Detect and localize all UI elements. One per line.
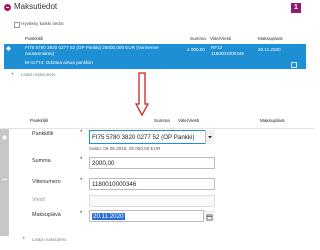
add-payment-link[interactable]: Lisää maksutieto bbox=[32, 237, 66, 243]
row-ref-line1: RF13 bbox=[211, 45, 223, 50]
balance-note: Saldo: 06.06.2019, 25 000,00 EUR bbox=[89, 146, 161, 151]
collapse-minus-icon[interactable] bbox=[4, 4, 11, 11]
account-label: Pankkitili bbox=[32, 131, 54, 137]
accept-all-checkbox[interactable] bbox=[14, 22, 20, 28]
date-input[interactable]: 20.11.2020 bbox=[89, 210, 215, 222]
form-left-strip bbox=[0, 129, 9, 236]
row-account-line2: noutanmaksu) bbox=[25, 51, 55, 56]
add-plus-icon[interactable]: + bbox=[11, 72, 15, 78]
row-message: M-41774: Odottaa airtua pankkiin bbox=[25, 60, 93, 65]
account-select-value: FI75 5780 3820 0277 52 (OP Pankki) bbox=[92, 133, 195, 141]
calendar-icon bbox=[206, 214, 213, 221]
amount-input-value: 2000,00 bbox=[92, 159, 115, 167]
form-header-payee: Pankkitili bbox=[30, 118, 49, 123]
count-badge: 1 bbox=[291, 3, 301, 13]
required-mark: * bbox=[80, 178, 83, 184]
column-header-amount: Summa bbox=[190, 36, 206, 41]
form-select-icon[interactable] bbox=[2, 135, 7, 140]
message-label: Viesti bbox=[32, 197, 46, 203]
column-header-date: Maksupäivä bbox=[258, 36, 283, 41]
date-label: Maksupäivä bbox=[32, 212, 61, 218]
account-dropdown-button[interactable] bbox=[205, 130, 215, 144]
amount-label: Summa bbox=[32, 158, 51, 164]
row-ref-line2: 1180001000346 bbox=[211, 51, 244, 56]
form-header-amount: Summa bbox=[154, 118, 170, 123]
column-header-ref: Viite/Viesti bbox=[210, 36, 232, 41]
add-plus-icon[interactable]: + bbox=[22, 236, 26, 242]
row-options-icon[interactable] bbox=[291, 62, 297, 68]
form-header-date: Maksupäivä bbox=[260, 118, 285, 123]
row-amount: 4 000,00 bbox=[187, 47, 205, 52]
date-input-value: 20.11.2020 bbox=[92, 212, 125, 220]
down-arrow-icon bbox=[135, 72, 149, 116]
form-collapse-icon[interactable] bbox=[2, 179, 7, 180]
accept-all-label: Hyväksy kaikki tiedot bbox=[21, 21, 64, 26]
reference-label: Viitenumero bbox=[32, 179, 61, 185]
amount-input[interactable]: 2000,00 bbox=[89, 157, 215, 169]
calendar-button[interactable] bbox=[203, 210, 215, 222]
account-select[interactable]: FI75 5780 3820 0277 52 (OP Pankki) bbox=[89, 130, 215, 144]
panel-title: Maksutiedot bbox=[14, 2, 58, 11]
form-header-ref: Viite/Viesti bbox=[178, 118, 200, 123]
column-header-payee: Pankkitili bbox=[25, 36, 44, 41]
required-mark: * bbox=[80, 157, 83, 163]
message-input[interactable] bbox=[89, 195, 215, 207]
add-payment-link[interactable]: Lisää maksutieto bbox=[21, 72, 55, 78]
reference-input[interactable]: 1180010000346 bbox=[89, 178, 215, 190]
reference-input-value: 1180010000346 bbox=[92, 180, 137, 188]
row-account-line1: FI75 5780 3820 0277 52 (OP Pankki) 25000… bbox=[25, 45, 159, 50]
row-date: 20.11.2020 bbox=[258, 47, 281, 52]
required-mark: * bbox=[80, 130, 83, 136]
required-mark: * bbox=[80, 211, 83, 217]
row-select-icon[interactable] bbox=[6, 46, 11, 51]
chevron-down-icon bbox=[208, 136, 212, 139]
